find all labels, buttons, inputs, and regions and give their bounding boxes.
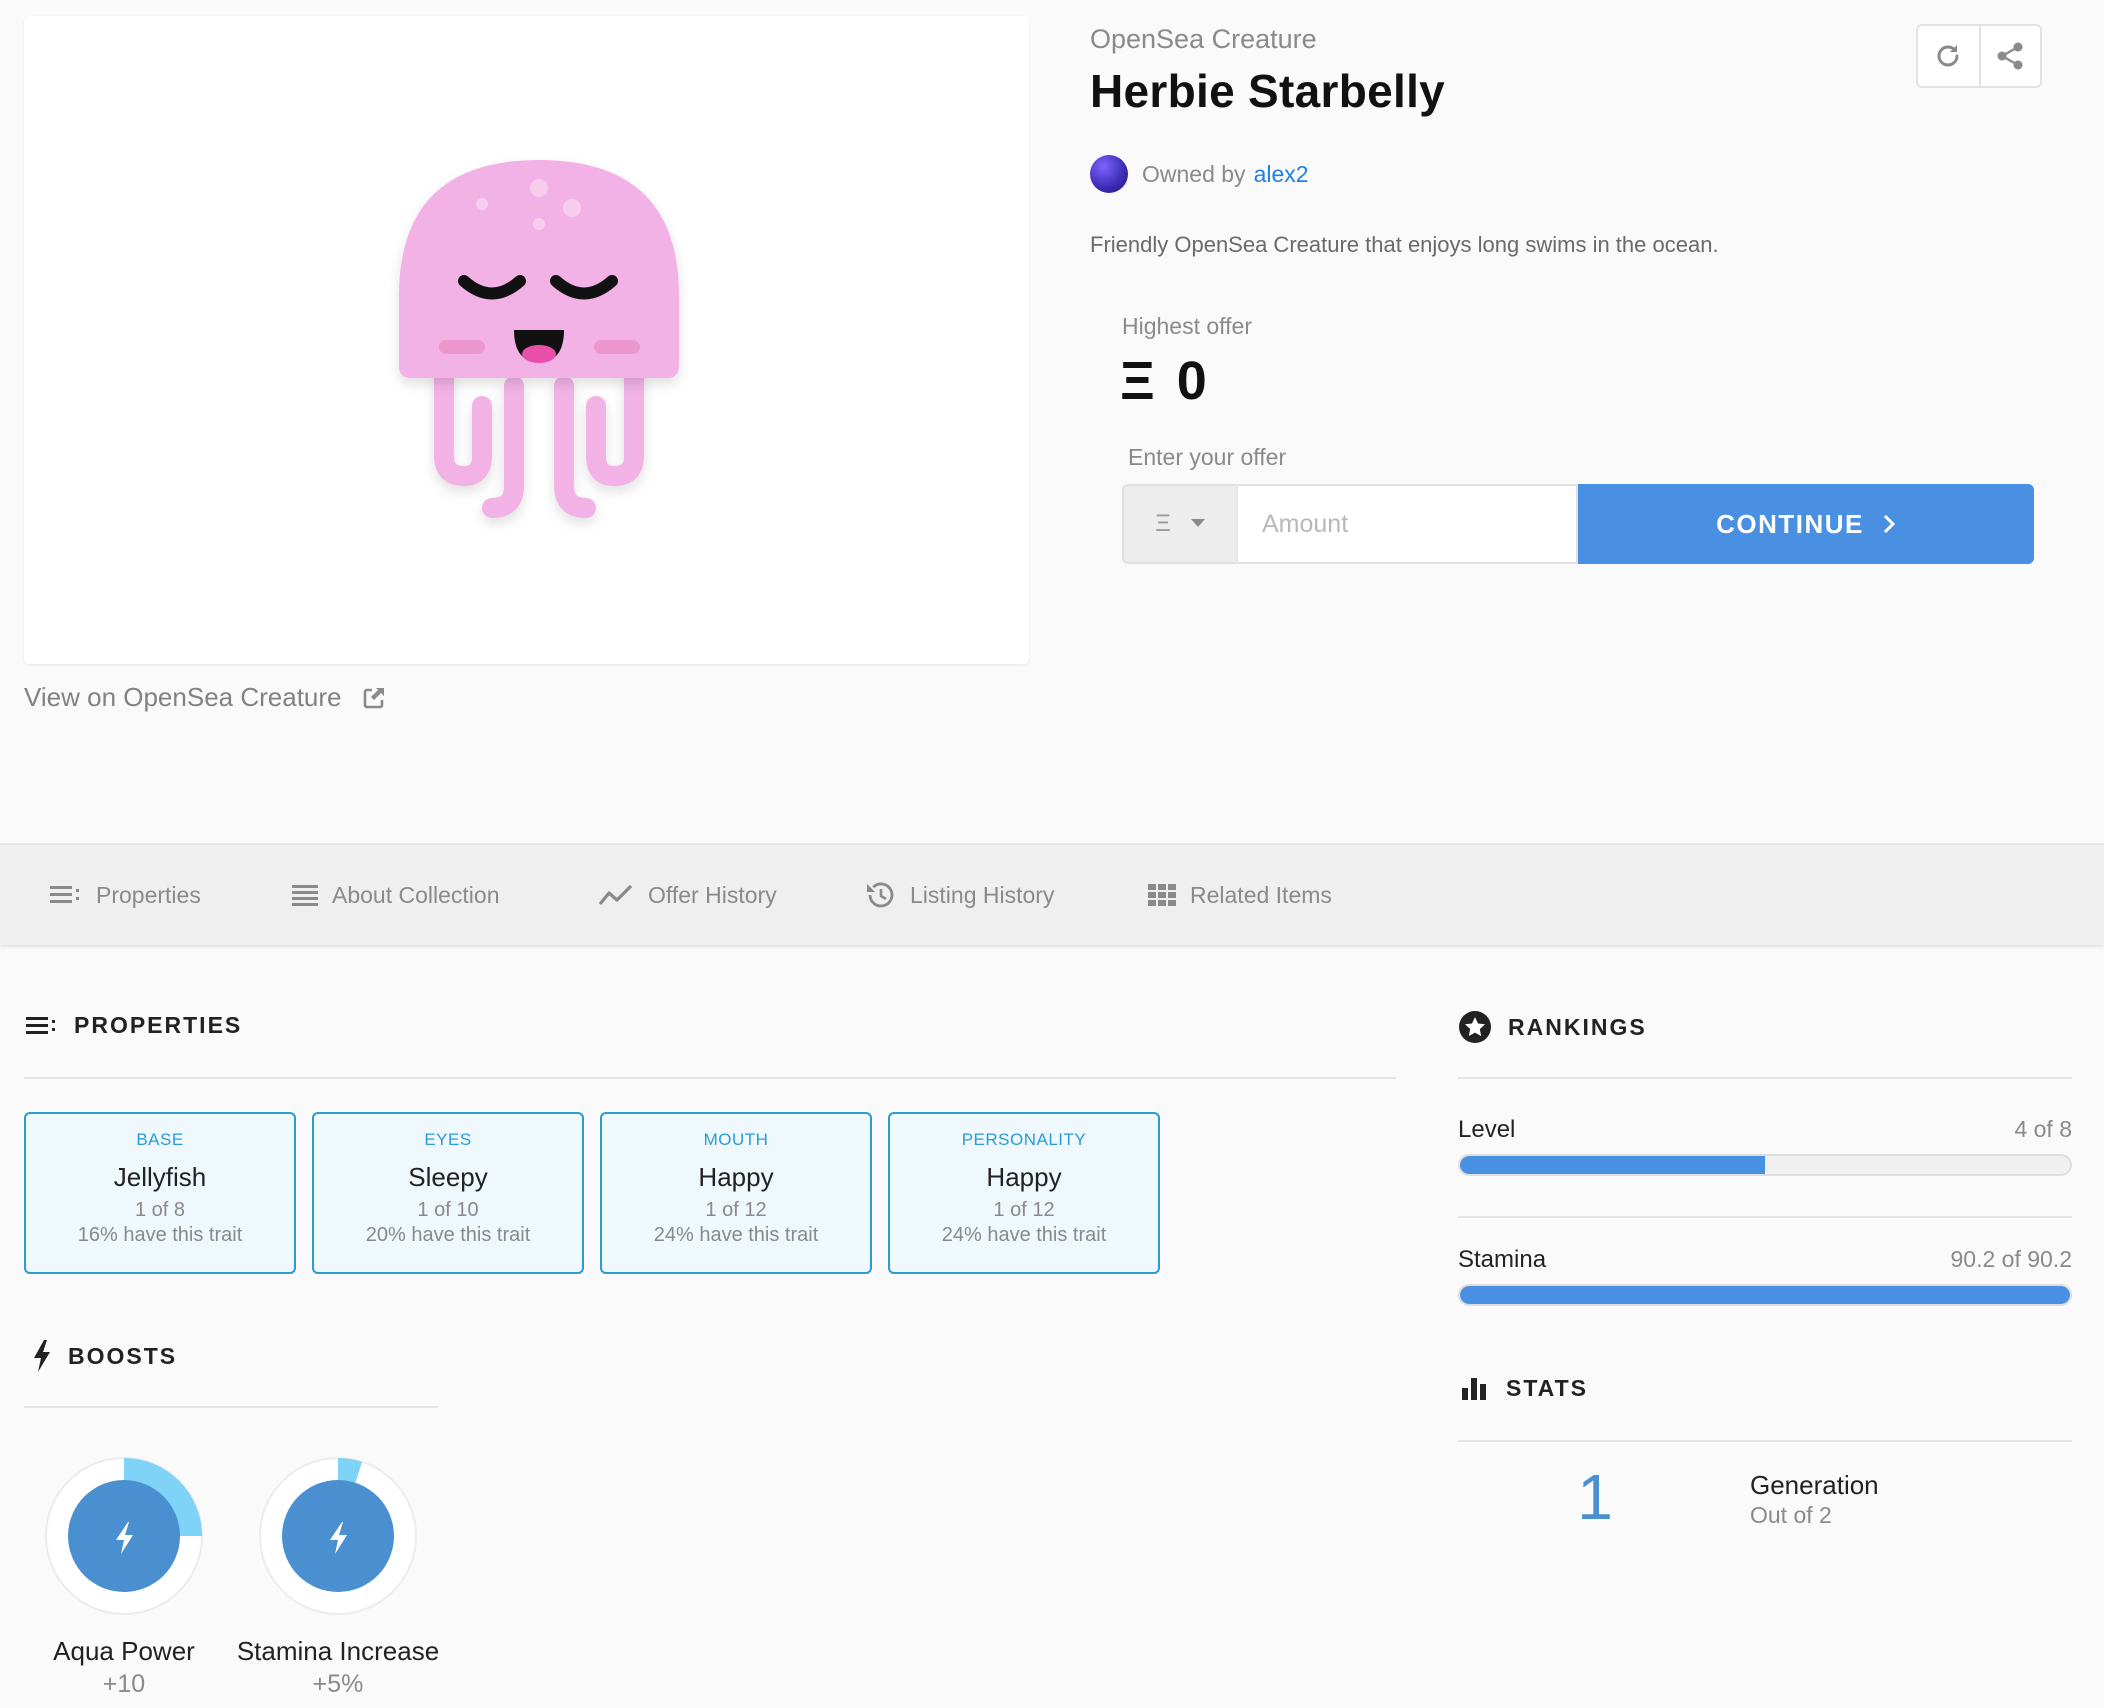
owner-link[interactable]: alex2 [1254, 161, 1309, 188]
tab-offer-history[interactable]: Offer History [598, 845, 777, 945]
jellyfish-image [399, 160, 679, 518]
stat-sub-generation: Out of 2 [1750, 1502, 1832, 1528]
stats-heading-label: STATS [1506, 1374, 1588, 1401]
tab-label: Listing History [910, 881, 1055, 908]
owner-row: Owned by alex2 [1090, 155, 1309, 193]
highest-offer-label: Highest offer [1122, 313, 1252, 339]
trait-card-mouth[interactable]: MOUTH Happy 1 of 12 24% have this trait [600, 1112, 872, 1274]
trait-value: Happy [986, 1162, 1062, 1192]
trend-icon [598, 884, 633, 906]
grid-icon [1148, 884, 1176, 906]
ranking-label-level: Level [1458, 1116, 1516, 1143]
trait-type: PERSONALITY [961, 1130, 1087, 1149]
item-description: Friendly OpenSea Creature that enjoys lo… [1090, 232, 1719, 257]
continue-label: CONTINUE [1716, 508, 1864, 539]
stat-number-generation: 1 [1577, 1461, 1613, 1533]
trait-type: BASE [136, 1130, 184, 1149]
eth-symbol-icon: Ξ [1155, 510, 1171, 537]
trait-rarity: 24% have this trait [653, 1224, 819, 1246]
stats-divider [1458, 1440, 2072, 1442]
trait-rarity: 16% have this trait [77, 1224, 243, 1246]
trait-type: EYES [424, 1130, 472, 1149]
trait-card-base[interactable]: BASE Jellyfish 1 of 8 16% have this trai… [24, 1112, 296, 1274]
trait-card-eyes[interactable]: EYES Sleepy 1 of 10 20% have this trait [312, 1112, 584, 1274]
boosts-heading: BOOSTS [32, 1340, 177, 1372]
amount-input[interactable] [1236, 484, 1578, 564]
ranking-bar-fill [1460, 1286, 2070, 1304]
tab-label: Related Items [1190, 881, 1332, 908]
action-icon-group [1916, 24, 2042, 88]
boost-name: Aqua Power [53, 1636, 195, 1666]
rankings-divider [1458, 1077, 2072, 1079]
trait-type: MOUTH [703, 1130, 769, 1149]
item-title: Herbie Starbelly [1090, 65, 1446, 117]
boost-value: +10 [102, 1670, 146, 1698]
trait-count: 1 of 12 [993, 1199, 1055, 1221]
boost-ring-stamina-increase [259, 1457, 417, 1615]
item-tab-bar: Properties About Collection Offer Histor… [0, 843, 2104, 945]
bar-chart-icon [1462, 1378, 1486, 1400]
stats-heading: STATS [1462, 1374, 1588, 1402]
tab-related-items[interactable]: Related Items [1148, 845, 1332, 945]
ranking-bar-level [1458, 1154, 2072, 1176]
list-icon [26, 1016, 55, 1034]
properties-divider [24, 1077, 1396, 1079]
external-link-icon [363, 687, 384, 708]
tab-label: Offer History [648, 881, 777, 908]
history-icon [867, 882, 894, 908]
owner-avatar[interactable] [1090, 155, 1128, 193]
owner-prefix: Owned by [1142, 160, 1246, 187]
ranking-bar-fill [1460, 1156, 1765, 1174]
rankings-heading-label: RANKINGS [1508, 1013, 1647, 1040]
view-on-collection-link[interactable]: View on OpenSea Creature [24, 682, 386, 713]
properties-heading: PROPERTIES [26, 1012, 242, 1039]
trait-value: Sleepy [408, 1162, 488, 1192]
trait-count: 1 of 8 [134, 1199, 186, 1221]
tab-properties[interactable]: Properties [50, 845, 201, 945]
properties-heading-label: PROPERTIES [74, 1012, 243, 1038]
trait-value: Jellyfish [113, 1162, 207, 1192]
rankings-heading: RANKINGS [1458, 1010, 1647, 1044]
continue-button[interactable]: CONTINUE [1578, 484, 2034, 564]
caret-down-icon [1190, 519, 1205, 527]
ranking-value-level: 4 of 8 [2014, 1116, 2072, 1142]
tab-label: About Collection [332, 881, 500, 908]
trait-rarity: 24% have this trait [941, 1224, 1107, 1246]
enter-offer-label: Enter your offer [1128, 444, 1287, 470]
highest-offer-value: Ξ 0 [1120, 350, 1207, 412]
currency-select[interactable]: Ξ [1122, 484, 1236, 564]
highest-offer-amount: 0 [1176, 351, 1207, 411]
trait-count: 1 of 10 [417, 1199, 479, 1221]
refresh-button[interactable] [1918, 26, 1979, 86]
chevron-right-icon [1883, 514, 1896, 534]
trait-card-personality[interactable]: PERSONALITY Happy 1 of 12 24% have this … [888, 1112, 1160, 1274]
ranking-label-stamina: Stamina [1458, 1246, 1547, 1273]
refresh-icon [1938, 45, 1959, 67]
boost-name: Stamina Increase [236, 1636, 440, 1666]
ranking-value-stamina: 90.2 of 90.2 [1950, 1246, 2073, 1272]
collection-name[interactable]: OpenSea Creature [1090, 24, 1317, 55]
boosts-heading-label: BOOSTS [68, 1342, 178, 1369]
ranking-divider [1458, 1216, 2072, 1218]
list-icon [50, 886, 79, 903]
tab-about-collection[interactable]: About Collection [292, 845, 500, 945]
trait-count: 1 of 12 [705, 1199, 767, 1221]
lines-icon [292, 885, 318, 906]
trait-value: Happy [698, 1162, 774, 1192]
trait-rarity: 20% have this trait [365, 1224, 531, 1246]
share-button[interactable] [1978, 26, 2040, 86]
star-circle-icon [1459, 1011, 1491, 1043]
boost-ring-aqua-power [45, 1457, 203, 1615]
stat-label-generation: Generation [1750, 1470, 1879, 1500]
boost-value: +5% [312, 1670, 364, 1698]
tab-label: Properties [96, 881, 201, 908]
item-image-card [24, 16, 1029, 664]
ranking-bar-stamina [1458, 1284, 2072, 1306]
eth-symbol-icon: Ξ [1120, 351, 1155, 411]
share-icon [1997, 42, 2023, 70]
boosts-divider [24, 1406, 438, 1408]
view-link-label: View on OpenSea Creature [24, 682, 342, 712]
lightning-icon [34, 1340, 50, 1372]
tab-listing-history[interactable]: Listing History [864, 845, 1054, 945]
